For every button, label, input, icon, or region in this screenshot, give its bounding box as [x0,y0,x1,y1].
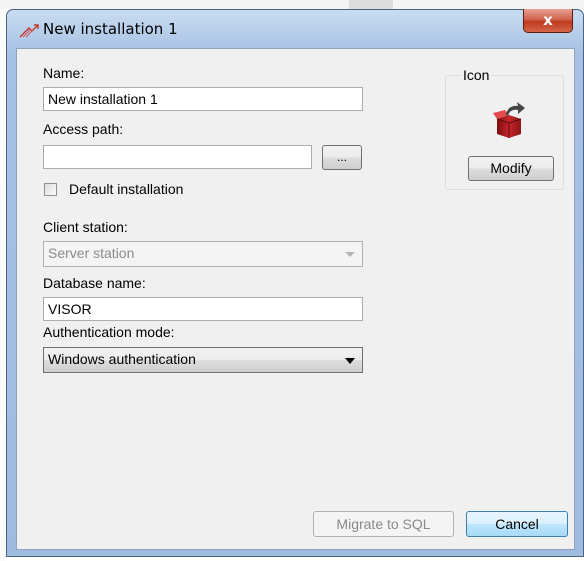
box-with-arrow-icon [493,102,525,138]
dialog-client-area: Name: New installation 1 Access path: ..… [16,48,575,550]
modify-button[interactable]: Modify [468,156,554,181]
dialog-window: New installation 1 x Name: New installat… [6,9,584,557]
icon-group-title: Icon [461,67,492,83]
name-label: Name: [43,65,85,81]
window-title: New installation 1 [43,20,178,38]
chevron-down-icon [345,358,355,364]
background-strip [0,0,584,9]
access-path-input[interactable] [43,145,312,169]
background-box [349,0,393,9]
client-station-select: Server station [43,241,363,267]
client-station-value: Server station [48,245,135,261]
authentication-mode-select[interactable]: Windows authentication [43,347,363,373]
close-button[interactable]: x [523,9,573,33]
browse-button[interactable]: ... [322,145,362,170]
access-path-label: Access path: [43,121,124,137]
authentication-mode-value: Windows authentication [48,351,196,367]
chevron-down-icon [345,252,355,257]
client-station-label: Client station: [43,219,128,235]
database-name-label: Database name: [43,275,146,291]
database-name-input[interactable]: VISOR [43,297,363,321]
installation-icon [19,24,39,38]
authentication-mode-label: Authentication mode: [43,324,175,340]
name-input[interactable]: New installation 1 [43,87,363,111]
migrate-to-sql-button: Migrate to SQL [313,511,454,537]
default-installation-label[interactable]: Default installation [69,181,183,197]
default-installation-checkbox[interactable] [44,183,57,196]
cancel-button[interactable]: Cancel [466,511,568,537]
